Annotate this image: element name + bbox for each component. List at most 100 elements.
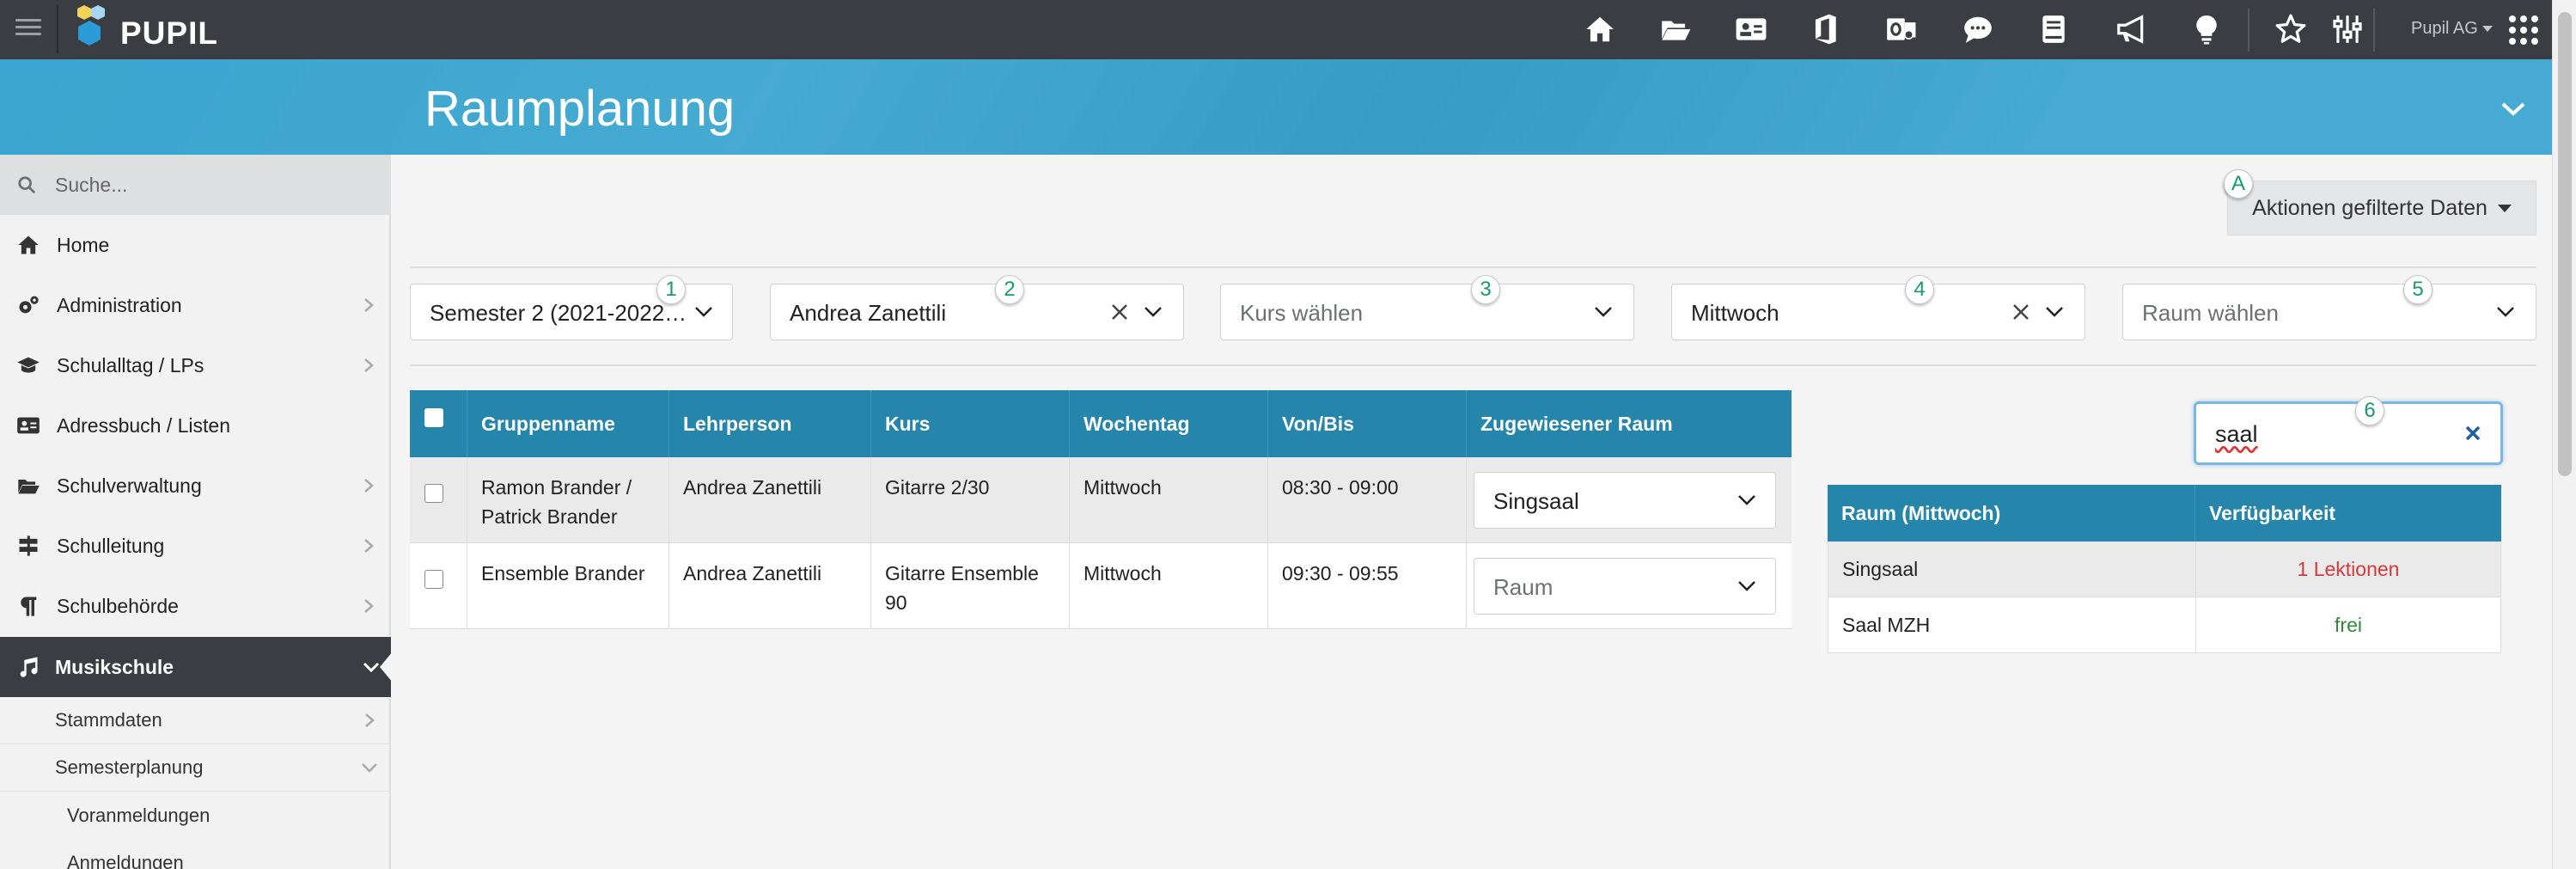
assigned-room-value: Singsaal xyxy=(1493,488,1579,514)
assigned-room-select[interactable]: Raum xyxy=(1474,558,1776,615)
cell-verfuegbarkeit: frei xyxy=(2335,613,2362,636)
actions-filtered-data-button[interactable]: Aktionen gefilterte Daten xyxy=(2227,181,2536,236)
column-header[interactable]: Raum (Mittwoch) xyxy=(1828,485,2195,542)
scrollbar-thumb[interactable] xyxy=(2558,12,2572,476)
sidebar-item-schulbehoerde[interactable]: Schulbehörde xyxy=(0,576,391,636)
chevron-down-icon xyxy=(1595,307,1612,317)
signpost-icon xyxy=(15,534,41,558)
divider xyxy=(2248,9,2249,52)
table-row[interactable]: Ramon Brander / Patrick Brander Andrea Z… xyxy=(410,457,1792,543)
column-header[interactable]: Wochentag xyxy=(1070,390,1268,457)
sidebar-item-label: Schulbehörde xyxy=(57,594,179,617)
sidebar-item-adressbuch[interactable]: Adressbuch / Listen xyxy=(0,395,391,456)
sidebar-item-musikschule[interactable]: Musikschule xyxy=(0,637,393,697)
office-icon[interactable] xyxy=(1808,12,1842,46)
table-header: Raum (Mittwoch) Verfügbarkeit xyxy=(1828,485,2501,542)
teacher-select[interactable]: Andrea Zanettili xyxy=(770,284,1184,340)
table-row[interactable]: Ensemble Brander Andrea Zanettili Gitarr… xyxy=(410,543,1792,629)
room-select-placeholder: Raum wählen xyxy=(2142,300,2279,326)
sidebar-search-input[interactable] xyxy=(55,168,373,201)
clear-icon[interactable] xyxy=(2011,302,2031,322)
megaphone-icon[interactable] xyxy=(2114,12,2148,46)
sidebar-item-administration[interactable]: Administration xyxy=(0,275,391,335)
user-menu[interactable]: Pupil AG xyxy=(2411,19,2493,39)
room-search-input[interactable]: saal xyxy=(2194,401,2503,465)
chevron-down-icon xyxy=(2046,307,2063,317)
chevron-down-icon xyxy=(362,763,377,773)
folder-open-icon xyxy=(15,474,41,498)
course-select[interactable]: Kurs wählen xyxy=(1220,284,1634,340)
divider xyxy=(410,364,2536,366)
column-header[interactable]: Kurs xyxy=(871,390,1070,457)
sliders-icon[interactable] xyxy=(2330,12,2365,46)
annotation-badge-1: 1 xyxy=(656,275,686,304)
assigned-room-select[interactable]: Singsaal xyxy=(1474,472,1776,529)
sidebar-item-label: Semesterplanung xyxy=(55,756,204,778)
logo-text: PUPIL xyxy=(120,15,218,51)
chevron-down-icon xyxy=(363,662,380,673)
teacher-select-value: Andrea Zanettili xyxy=(790,300,947,326)
sidebar-item-schulleitung[interactable]: Schulleitung xyxy=(0,516,391,576)
sidebar-item-label: Schulverwaltung xyxy=(57,474,202,497)
actions-button-label: Aktionen gefilterte Daten xyxy=(2252,195,2487,220)
address-card-icon xyxy=(15,413,41,438)
folder-open-icon[interactable] xyxy=(1658,12,1693,46)
sidebar-item-label: Anmeldungen xyxy=(67,851,184,869)
annotation-badge-6: 6 xyxy=(2355,396,2384,425)
lightbulb-icon[interactable] xyxy=(2189,12,2224,46)
hamburger-menu-icon[interactable] xyxy=(15,19,41,40)
clear-search-icon[interactable] xyxy=(2463,423,2483,444)
cell-kurs: Gitarre Ensemble 90 xyxy=(871,543,1070,629)
clear-icon[interactable] xyxy=(1109,302,1130,322)
book-icon[interactable] xyxy=(2036,12,2071,46)
cell-kurs: Gitarre 2/30 xyxy=(871,457,1070,543)
home-icon xyxy=(15,233,41,257)
sidebar-item-home[interactable]: Home xyxy=(0,215,391,275)
sidebar-subitem-stammdaten[interactable]: Stammdaten xyxy=(0,697,391,744)
music-icon xyxy=(15,655,41,679)
chevron-right-icon xyxy=(364,479,374,493)
sidebar-item-schulalltag[interactable]: Schulalltag / LPs xyxy=(0,335,391,395)
chevron-right-icon xyxy=(364,599,374,613)
logo-hexagons-icon xyxy=(77,5,105,46)
column-header[interactable]: Von/Bis xyxy=(1268,390,1467,457)
sidebar-subitem-anmeldungen[interactable]: Anmeldungen xyxy=(0,839,391,869)
column-header[interactable]: Zugewiesener Raum xyxy=(1467,390,1792,457)
star-icon[interactable] xyxy=(2274,12,2308,46)
column-header[interactable]: Lehrperson xyxy=(669,390,871,457)
column-header[interactable]: Gruppenname xyxy=(467,390,669,457)
room-select[interactable]: Raum wählen xyxy=(2122,284,2536,340)
row-checkbox[interactable] xyxy=(424,570,443,589)
assigned-room-placeholder: Raum xyxy=(1493,574,1554,600)
cell-raum: Saal MZH xyxy=(1828,597,2196,652)
weekday-select[interactable]: Mittwoch xyxy=(1671,284,2085,340)
caret-down-icon xyxy=(2481,26,2493,33)
divider xyxy=(57,5,58,53)
chat-icon[interactable] xyxy=(1961,12,1995,46)
address-card-icon[interactable] xyxy=(1734,12,1768,46)
outlook-icon[interactable] xyxy=(1883,12,1918,46)
sidebar-item-label: Adressbuch / Listen xyxy=(57,413,231,437)
row-checkbox-cell xyxy=(410,457,467,543)
table-header: Gruppenname Lehrperson Kurs Wochentag Vo… xyxy=(410,390,1792,457)
page-scrollbar[interactable] xyxy=(2552,0,2576,869)
chevron-down-icon xyxy=(1145,307,1162,317)
pupil-logo[interactable]: PUPIL xyxy=(72,3,217,55)
sidebar-item-label: Musikschule xyxy=(55,655,174,678)
column-header[interactable]: Verfügbarkeit xyxy=(2195,485,2501,542)
chevron-down-icon xyxy=(2497,307,2514,317)
select-all-checkbox[interactable] xyxy=(424,408,443,427)
home-icon[interactable] xyxy=(1583,12,1617,46)
header-checkbox-cell xyxy=(410,390,467,457)
cell-von-bis: 08:30 - 09:00 xyxy=(1268,457,1467,543)
sidebar-subitem-semesterplanung[interactable]: Semesterplanung xyxy=(0,744,391,792)
chevron-down-icon[interactable] xyxy=(2500,101,2526,118)
sidebar-item-schulverwaltung[interactable]: Schulverwaltung xyxy=(0,456,391,516)
annotation-badge-2: 2 xyxy=(995,275,1024,304)
cell-raum: Singsaal xyxy=(1828,542,2196,597)
row-checkbox[interactable] xyxy=(424,484,443,503)
apps-grid-icon[interactable] xyxy=(2509,15,2538,45)
user-name: Pupil AG xyxy=(2411,19,2478,38)
cell-wochentag: Mittwoch xyxy=(1070,543,1268,629)
sidebar-subitem-voranmeldungen[interactable]: Voranmeldungen xyxy=(0,792,391,839)
